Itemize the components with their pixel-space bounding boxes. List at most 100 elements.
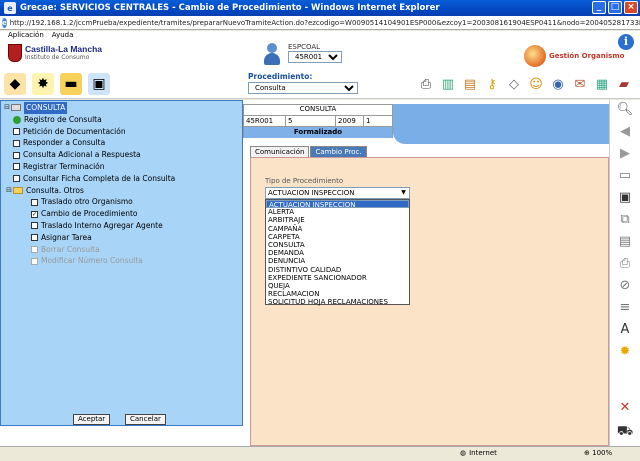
dropdown-option[interactable]: CONSULTA xyxy=(266,241,409,249)
completed-icon xyxy=(13,115,21,124)
magnifier-icon[interactable]: 🔍︎ xyxy=(615,100,635,120)
folder-icon[interactable]: ▬ xyxy=(60,73,82,95)
checkbox[interactable] xyxy=(13,139,20,147)
scroll-icon[interactable]: ≡ xyxy=(615,298,635,318)
address-bar[interactable]: e http://192.168.1.2/jccmPrueba/expedien… xyxy=(0,16,640,30)
zoom-value: 100% xyxy=(592,449,613,457)
tree-item[interactable]: Consultar Ficha Completa de la Consulta xyxy=(3,173,175,185)
attach-icon[interactable]: ⊘ xyxy=(615,276,635,296)
computer-icon[interactable]: ▣ xyxy=(88,73,110,95)
diamond-icon[interactable]: ◆ xyxy=(4,73,26,95)
group-icon[interactable]: ☺ xyxy=(526,73,546,95)
ie-page-icon: e xyxy=(2,17,7,28)
globe-icon: ◍ xyxy=(460,449,467,457)
app-menu: Aplicación Ayuda xyxy=(0,31,640,41)
document-icon[interactable]: ▤ xyxy=(615,232,635,252)
checkbox-checked[interactable]: ✓ xyxy=(31,210,38,218)
dropdown-option[interactable]: CARPETA xyxy=(266,233,409,241)
dropdown-option[interactable]: ARBITRAJE xyxy=(266,216,409,224)
gestion-icon xyxy=(524,45,546,67)
tipo-dropdown-list[interactable]: ACTUACION INSPECCION ALERTA ARBITRAJE CA… xyxy=(265,199,410,306)
mail-icon[interactable]: ✉ xyxy=(570,73,590,95)
user-select[interactable]: 45R001 xyxy=(288,51,342,63)
dropdown-option[interactable]: DENUNCIA xyxy=(266,257,409,265)
printer-icon[interactable]: ⎙ xyxy=(416,73,436,95)
book-icon[interactable]: ▰ xyxy=(614,73,634,95)
close-button[interactable]: × xyxy=(624,1,638,14)
tree-item[interactable]: Responder a Consulta xyxy=(3,137,175,149)
menu-aplicacion[interactable]: Aplicación xyxy=(8,31,44,41)
tipo-select[interactable]: ACTUACION INSPECCION ▼ xyxy=(265,187,410,199)
car-icon[interactable]: ⛟ xyxy=(615,422,635,442)
dropdown-option[interactable]: SOLICITUD HOJA RECLAMACIONES xyxy=(266,298,409,306)
maximize-button[interactable]: □ xyxy=(608,1,622,14)
collapse-icon[interactable]: ⊟ xyxy=(3,102,11,114)
tree-item[interactable]: Registrar Terminación xyxy=(3,161,175,173)
chevron-down-icon[interactable]: ▼ xyxy=(399,189,408,197)
accept-button[interactable]: Aceptar xyxy=(73,414,111,425)
print-icon[interactable]: ⎙ xyxy=(615,254,635,274)
key-icon[interactable]: ⚷ xyxy=(482,73,502,95)
checkbox[interactable] xyxy=(13,151,20,159)
dropdown-option[interactable]: ALERTA xyxy=(266,208,409,216)
dropdown-option[interactable]: DEMANDA xyxy=(266,249,409,257)
address-url[interactable]: http://192.168.1.2/jccmPrueba/expediente… xyxy=(10,19,640,27)
bulb-icon[interactable]: ✸ xyxy=(32,73,54,95)
tree-subitem-disabled: Modificar Número Consulta xyxy=(3,255,175,267)
tipo-select-value: ACTUACION INSPECCION xyxy=(268,189,355,197)
tipo-label: Tipo de Procedimiento xyxy=(265,177,344,185)
dropdown-option[interactable]: QUEJA xyxy=(266,282,409,290)
tree-item[interactable]: Consulta Adicional a Respuesta xyxy=(3,149,175,161)
diamond-tool-icon[interactable]: ◇ xyxy=(504,73,524,95)
tabs: Comunicación Cambio Proc. xyxy=(250,146,367,157)
dropdown-option[interactable]: RECLAMACION xyxy=(266,290,409,298)
checkbox[interactable] xyxy=(31,198,38,206)
tree-item[interactable]: Registro de Consulta xyxy=(3,114,175,126)
consulta-title: CONSULTA xyxy=(244,105,392,116)
tree-subroot[interactable]: ⊟ Consulta. Otros xyxy=(3,185,175,197)
checkbox[interactable] xyxy=(31,222,38,230)
documents-icon[interactable]: ▤ xyxy=(460,73,480,95)
page-icon[interactable]: ▭ xyxy=(615,166,635,186)
tree-subitem[interactable]: Traslado otro Organismo xyxy=(3,196,175,208)
gestion-organismo[interactable]: Gestión Organismo xyxy=(524,45,624,67)
cancel-button[interactable]: Cancelar xyxy=(125,414,166,425)
minimize-button[interactable]: _ xyxy=(592,1,606,14)
close-tools-icon[interactable]: ✕ xyxy=(615,398,635,418)
dropdown-option[interactable]: ACTUACION INSPECCION xyxy=(266,200,409,209)
dropdown-option[interactable]: EXPEDIENTE SANCIONADOR xyxy=(266,274,409,282)
collapse-icon[interactable]: ⊟ xyxy=(5,185,13,197)
books-icon[interactable]: ▥ xyxy=(438,73,458,95)
tree-subitem[interactable]: ✓ Cambio de Procedimiento xyxy=(3,208,175,220)
zoom-control[interactable]: ⊕ 100% xyxy=(584,449,612,457)
checkbox[interactable] xyxy=(13,127,20,135)
menu-ayuda[interactable]: Ayuda xyxy=(52,31,74,41)
text-icon[interactable]: A xyxy=(615,320,635,340)
tree-subitem[interactable]: Traslado Interno Agregar Agente xyxy=(3,220,175,232)
calendar-icon[interactable]: ▦ xyxy=(592,73,612,95)
forward-icon[interactable]: ▶ xyxy=(615,144,635,164)
tree-subitem[interactable]: Asignar Tarea xyxy=(3,232,175,244)
globe-icon[interactable]: ◉ xyxy=(548,73,568,95)
app-header: Castilla-La Mancha Instituto de Consumo … xyxy=(0,41,640,71)
copy-icon[interactable]: ⧉ xyxy=(615,210,635,230)
consulta-year: 2009 xyxy=(336,116,364,126)
settings-icon[interactable]: ✹ xyxy=(615,342,635,362)
tab-comunicacion[interactable]: Comunicación xyxy=(250,146,310,157)
checkbox[interactable] xyxy=(13,163,20,171)
checkbox[interactable] xyxy=(13,175,20,183)
back-icon[interactable]: ◀ xyxy=(615,122,635,142)
tab-cambio-proc[interactable]: Cambio Proc. xyxy=(310,146,367,157)
tree-item[interactable]: Petición de Documentación xyxy=(3,126,175,138)
consulta-num: 5 xyxy=(286,116,336,126)
save-icon[interactable]: ▣ xyxy=(615,188,635,208)
info-icon[interactable]: i xyxy=(618,34,634,50)
status-bar: ◍ Internet ⊕ 100% xyxy=(0,446,640,461)
tree-root[interactable]: ⊟ CONSULTA xyxy=(3,102,175,114)
window-title: Grecae: SERVICIOS CENTRALES - Cambio de … xyxy=(20,3,440,13)
dropdown-option[interactable]: DISTINTIVO CALIDAD xyxy=(266,266,409,274)
checkbox[interactable] xyxy=(31,234,38,242)
procedimiento-select[interactable]: Consulta xyxy=(248,82,358,94)
dropdown-option[interactable]: CAMPAÑA xyxy=(266,225,409,233)
logo-subtitle: Instituto de Consumo xyxy=(25,54,90,61)
